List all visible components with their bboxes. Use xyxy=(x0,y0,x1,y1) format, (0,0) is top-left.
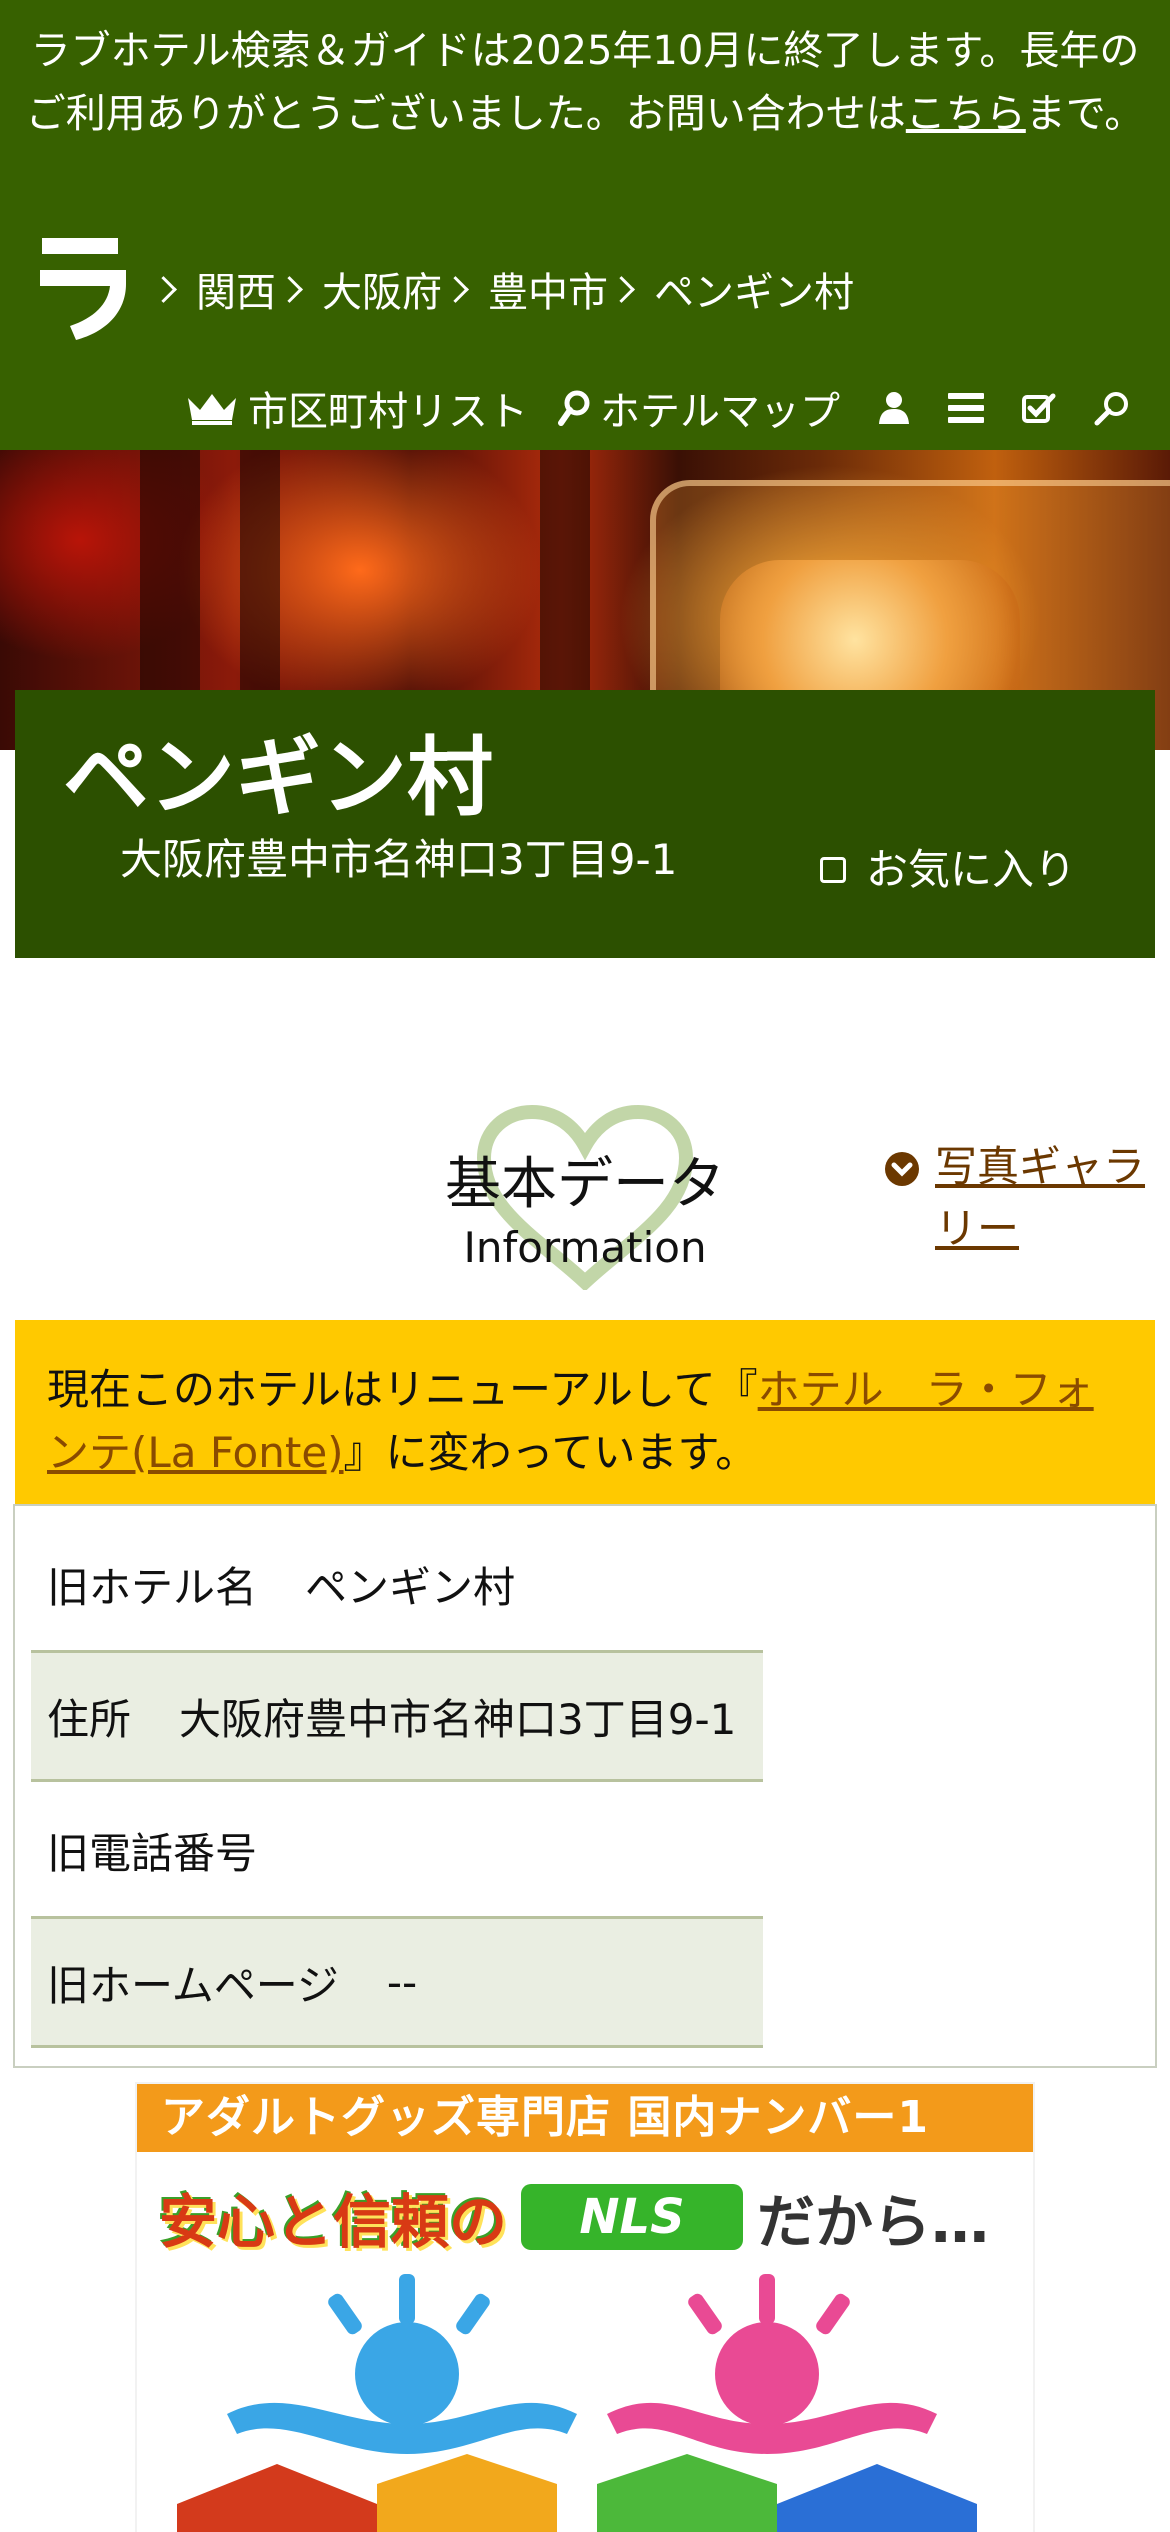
user-icon xyxy=(879,392,909,424)
breadcrumb-item-current: ペンギン村 xyxy=(654,270,854,316)
contact-link[interactable]: こちら xyxy=(906,91,1026,137)
renewal-prefix: 現在このホテルはリニューアルして『 xyxy=(47,1365,758,1414)
breadcrumb: 関西 大阪府 豊中市 ペンギン村 xyxy=(150,258,854,320)
info-row-old-homepage: 旧ホームページ -- xyxy=(31,1916,763,2048)
breadcrumb-separator-icon xyxy=(452,274,466,304)
crown-icon xyxy=(188,394,236,425)
hotel-title-box: ペンギン村 大阪府豊中市名神口3丁目9-1 お気に入り xyxy=(15,690,1155,958)
header-nav: 市区町村リスト ホテルマップ xyxy=(156,378,1130,438)
closure-notice: ラブホテル検索＆ガイドは2025年10月に終了します。長年のご利用ありがとうござ… xyxy=(20,20,1150,146)
photo-gallery-label: 写真ギャラリー xyxy=(935,1142,1146,1253)
breadcrumb-item-kansai[interactable]: 関西 xyxy=(196,260,276,318)
menu-icon xyxy=(948,393,984,423)
closure-notice-suffix: まで。 xyxy=(1025,91,1145,137)
nav-city-list[interactable]: 市区町村リスト xyxy=(186,379,528,437)
breadcrumb-separator-icon xyxy=(618,274,632,304)
info-row-old-name: 旧ホテル名 ペンギン村 xyxy=(31,1518,763,1650)
logo-icon xyxy=(40,238,126,340)
nav-hotel-map-label: ホテルマップ xyxy=(600,389,840,435)
renewal-suffix: 』に変わっています。 xyxy=(343,1428,758,1477)
breadcrumb-item-osaka[interactable]: 大阪府 xyxy=(322,260,442,318)
site-header: ラブホテル検索＆ガイドは2025年10月に終了します。長年のご利用ありがとうござ… xyxy=(0,0,1170,450)
checklist-button[interactable] xyxy=(1022,393,1056,423)
favorite-label: お気に入り xyxy=(866,845,1077,894)
hotel-info-table: 旧ホテル名 ペンギン村 住所 大阪府豊中市名神口3丁目9-1 旧電話番号 旧ホー… xyxy=(13,1504,1157,2068)
search-icon xyxy=(1094,392,1128,426)
info-label: 旧ホテル名 xyxy=(47,1562,258,1612)
ad-banner[interactable]: アダルトグッズ専門店 国内ナンバー1 安心と信頼の NLS だから… xyxy=(135,2082,1035,2532)
hotel-name: ペンギン村 xyxy=(63,728,493,828)
search-button[interactable] xyxy=(1094,390,1130,426)
menu-button[interactable] xyxy=(948,392,984,424)
info-value: 大阪府豊中市名神口3丁目9-1 xyxy=(179,1694,737,1744)
breadcrumb-separator-icon xyxy=(160,274,174,304)
section-subtitle: Information xyxy=(463,1223,707,1272)
info-row-old-phone: 旧電話番号 xyxy=(31,1784,763,1916)
info-value: -- xyxy=(386,1957,418,2007)
map-search-icon xyxy=(558,390,590,426)
breadcrumb-item-toyonaka[interactable]: 豊中市 xyxy=(488,260,608,318)
nav-city-list-label: 市区町村リスト xyxy=(248,389,528,435)
chevron-down-circle-icon xyxy=(885,1152,919,1186)
favorite-checkbox-icon xyxy=(820,857,846,883)
section-title: 基本データ xyxy=(445,1152,725,1217)
hotel-address: 大阪府豊中市名神口3丁目9-1 xyxy=(120,835,678,884)
nav-hotel-map[interactable]: ホテルマップ xyxy=(558,379,840,437)
info-label: 旧ホームページ xyxy=(47,1960,339,2010)
info-row-address: 住所 大阪府豊中市名神口3丁目9-1 xyxy=(31,1650,763,1782)
favorite-toggle[interactable]: お気に入り xyxy=(820,840,1076,900)
ad-mascots-illustration xyxy=(177,2274,977,2532)
site-logo[interactable] xyxy=(36,232,132,342)
breadcrumb-separator-icon xyxy=(286,274,300,304)
checklist-icon xyxy=(1022,393,1056,423)
photo-gallery-link[interactable]: 写真ギャラリー xyxy=(885,1136,1145,1260)
renewal-notice: 現在このホテルはリニューアルして『ホテル ラ・フォンテ(La Fonte)』に変… xyxy=(15,1320,1155,1504)
info-label: 住所 xyxy=(47,1694,132,1744)
info-value: ペンギン村 xyxy=(305,1562,516,1612)
user-button[interactable] xyxy=(878,391,910,425)
info-label: 旧電話番号 xyxy=(47,1828,258,1878)
